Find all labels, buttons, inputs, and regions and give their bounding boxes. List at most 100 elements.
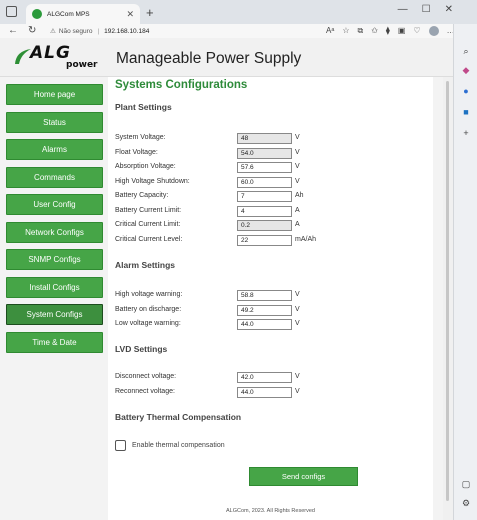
float-voltage-input[interactable]: [237, 147, 292, 159]
disconnect-voltage-input[interactable]: [237, 372, 292, 383]
reconnect-voltage-input[interactable]: [237, 386, 292, 398]
low-voltage-warning-input[interactable]: [237, 319, 292, 330]
favorites-icon[interactable]: ✩: [371, 24, 378, 38]
battery-current-limit-input[interactable]: [237, 205, 292, 217]
reload-icon[interactable]: ↻: [28, 24, 36, 38]
window-controls: — ☐ ✕: [398, 4, 453, 15]
back-icon[interactable]: ←: [8, 24, 18, 38]
field-unit: V: [295, 177, 300, 185]
warning-icon: ⚠: [50, 28, 56, 35]
close-tab-icon[interactable]: ✕: [126, 9, 134, 20]
read-aloud-icon[interactable]: Aᵃ: [326, 24, 334, 38]
battery-on-discharge-input[interactable]: [237, 304, 292, 316]
field-unit: mA/Ah: [295, 235, 317, 243]
field-unit: A: [295, 206, 300, 214]
thermal-compensation-checkbox[interactable]: [115, 440, 126, 451]
field-unit: V: [295, 291, 300, 298]
nav-home-page[interactable]: Home page: [6, 84, 103, 105]
float-voltage-row: Float Voltage: V: [115, 147, 425, 159]
tools-icon[interactable]: ●: [461, 86, 471, 96]
battery-on-discharge-row: Battery on discharge: V: [115, 304, 425, 316]
field-label: Battery on discharge:: [115, 305, 182, 313]
browser-essentials-icon[interactable]: ♡: [413, 24, 420, 38]
field-label: Battery Current Limit:: [115, 206, 182, 214]
nav-status[interactable]: Status: [6, 111, 103, 133]
plant-settings-heading: Plant Settings: [115, 102, 172, 112]
browser-tab-bar: ALGCom MPS ✕ + — ☐ ✕: [0, 0, 453, 24]
nav-system-configs[interactable]: System Configs: [6, 304, 103, 325]
send-configs-button[interactable]: Send configs: [249, 467, 358, 486]
critical-current-limit-input[interactable]: [237, 220, 292, 231]
search-icon[interactable]: ⌕: [461, 46, 471, 56]
sidebar-toggle-icon[interactable]: ▢: [461, 479, 471, 489]
field-label: Reconnect voltage:: [115, 387, 175, 395]
nav-user-config[interactable]: User Config: [6, 194, 103, 215]
field-label: Absorption Voltage:: [115, 163, 176, 170]
nav-commands[interactable]: Commands: [6, 166, 103, 188]
field-label: Critical Current Limit:: [115, 221, 181, 228]
new-tab-icon[interactable]: +: [146, 5, 154, 20]
profile-avatar[interactable]: [428, 26, 439, 36]
page-scrollbar[interactable]: [443, 77, 453, 520]
high-voltage-warning-row: High voltage warning: V: [115, 290, 425, 301]
field-unit: Ah: [295, 192, 304, 199]
field-label: Low voltage warning:: [115, 320, 181, 327]
high-voltage-warning-input[interactable]: [237, 290, 292, 301]
maximize-icon[interactable]: ☐: [422, 4, 431, 15]
nav-network-configs[interactable]: Network Configs: [6, 221, 103, 243]
field-unit: V: [295, 163, 300, 170]
add-icon[interactable]: +: [461, 128, 471, 138]
logo-sub: power: [66, 60, 98, 70]
thermal-compensation-option: Enable thermal compensation: [115, 440, 225, 451]
browser-tab[interactable]: ALGCom MPS ✕: [26, 4, 140, 24]
url-field[interactable]: ⚠ Não seguro | 192.168.10.184: [50, 25, 322, 37]
field-unit: A: [295, 221, 300, 228]
critical-current-level-row: Critical Current Level: mA/Ah: [115, 234, 425, 246]
address-bar: ← ↻ ⚠ Não seguro | 192.168.10.184 Aᵃ ☆ ⧉…: [0, 24, 455, 38]
system-voltage-input[interactable]: [237, 133, 292, 144]
checkbox-label: Enable thermal compensation: [132, 442, 225, 449]
minimize-icon[interactable]: —: [398, 4, 408, 15]
nav-snmp-configs[interactable]: SNMP Configs: [6, 249, 103, 270]
side-nav: Home page Status Alarms Commands User Co…: [6, 84, 103, 359]
lvd-settings-heading: LVD Settings: [115, 344, 168, 354]
system-voltage-row: System Voltage: V: [115, 133, 425, 144]
url-text: 192.168.10.184: [104, 27, 150, 35]
alg-power-logo: ALG power: [12, 43, 100, 72]
absorption-voltage-input[interactable]: [237, 162, 292, 173]
disconnect-voltage-row: Disconnect voltage: V: [115, 372, 425, 383]
shopping-icon[interactable]: ◆: [461, 65, 471, 75]
low-voltage-warning-row: Low voltage warning: V: [115, 319, 425, 330]
nav-time-date[interactable]: Time & Date: [6, 331, 103, 353]
scroll-thumb[interactable]: [446, 81, 449, 501]
field-label: Float Voltage:: [115, 148, 158, 156]
edge-sidebar: ⌕ ◆ ● ■ + ▢ ⚙: [453, 24, 477, 520]
outlook-icon[interactable]: ■: [461, 107, 471, 117]
absorption-voltage-row: Absorption Voltage: V: [115, 162, 425, 173]
high-voltage-shutdown-input[interactable]: [237, 176, 292, 188]
settings-icon[interactable]: ⚙: [461, 498, 471, 508]
battery-capacity-row: Battery Capacity: Ah: [115, 191, 425, 202]
field-label: High voltage warning:: [115, 291, 183, 298]
nav-install-configs[interactable]: Install Configs: [6, 276, 103, 298]
field-unit: V: [295, 134, 300, 141]
high-voltage-shutdown-row: High Voltage Shutdown: V: [115, 176, 425, 188]
url-separator: |: [97, 27, 100, 35]
field-unit: V: [295, 320, 300, 327]
collections-icon[interactable]: ▣: [398, 24, 406, 38]
extensions-icon[interactable]: ⧫: [386, 24, 390, 38]
web-page: ALG power Manageable Power Supply Home p…: [0, 38, 453, 520]
tab-title: ALGCom MPS: [47, 10, 90, 18]
tab-actions-icon[interactable]: [6, 6, 17, 17]
logo-main: ALG: [30, 43, 71, 63]
page-title: Systems Configurations: [115, 79, 248, 91]
reconnect-voltage-row: Reconnect voltage: V: [115, 386, 425, 398]
battery-capacity-input[interactable]: [237, 191, 292, 202]
nav-alarms[interactable]: Alarms: [6, 139, 103, 160]
favorite-icon[interactable]: ☆: [342, 24, 349, 38]
field-unit: V: [295, 387, 300, 395]
split-screen-icon[interactable]: ⧉: [357, 24, 363, 38]
field-unit: V: [295, 373, 300, 380]
critical-current-level-input[interactable]: [237, 234, 292, 246]
window-close-icon[interactable]: ✕: [445, 4, 453, 15]
